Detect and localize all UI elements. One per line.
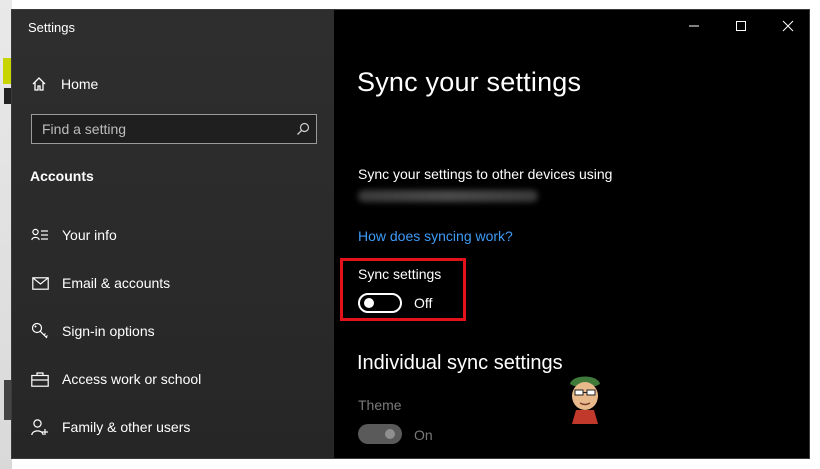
settings-window: Settings Home Accounts Your info Email [12, 10, 809, 458]
desktop-background [0, 0, 12, 469]
sidebar-item-label: Your info [62, 227, 117, 243]
sidebar-item-your-info[interactable]: Your info [30, 221, 320, 249]
sidebar-item-sign-in-options[interactable]: Sign-in options [30, 317, 320, 345]
mail-icon [30, 273, 50, 293]
search-icon[interactable] [290, 115, 316, 143]
sync-settings-toggle[interactable] [358, 293, 402, 313]
search-input[interactable] [32, 120, 290, 138]
desktop-icon-fragment [4, 88, 12, 104]
nav-home[interactable]: Home [30, 70, 320, 98]
maximize-button[interactable] [718, 10, 764, 42]
close-button[interactable] [765, 10, 809, 42]
person-lines-icon [30, 225, 50, 245]
sidebar-item-label: Sign-in options [62, 323, 155, 339]
blurred-email [358, 190, 538, 202]
briefcase-icon [30, 369, 50, 389]
toggle-knob [385, 429, 395, 439]
theme-toggle-state: On [414, 427, 433, 443]
page-title: Sync your settings [357, 67, 582, 97]
individual-sync-title: Individual sync settings [357, 352, 563, 374]
close-icon [782, 20, 794, 32]
key-icon [30, 321, 50, 341]
sync-settings-label: Sync settings [358, 266, 442, 282]
section-title: Accounts [30, 168, 94, 184]
sidebar-item-access-work-school[interactable]: Access work or school [30, 365, 320, 393]
toggle-knob [364, 298, 374, 308]
sidebar-item-email-accounts[interactable]: Email & accounts [30, 269, 320, 297]
help-link[interactable]: How does syncing work? [358, 228, 513, 244]
desktop-icon-fragment [3, 58, 12, 84]
sidebar: Settings Home Accounts Your info Email [12, 10, 334, 458]
home-icon [30, 75, 48, 93]
sidebar-item-label: Email & accounts [62, 275, 171, 291]
sync-description: Sync your settings to other devices usin… [358, 166, 613, 182]
sidebar-item-family-other-users[interactable]: Family & other users [30, 413, 320, 441]
desktop-icon-fragment [4, 380, 12, 420]
nav-home-label: Home [61, 76, 99, 92]
sync-settings-state: Off [414, 295, 433, 311]
watermark-logo-icon [570, 376, 600, 424]
app-title: Settings [28, 20, 75, 35]
minimize-icon [689, 25, 699, 27]
sidebar-item-label: Access work or school [62, 371, 202, 387]
maximize-icon [736, 21, 746, 31]
person-add-icon [30, 417, 50, 437]
minimize-button[interactable] [671, 10, 717, 42]
theme-toggle [358, 424, 402, 444]
search-box[interactable] [31, 114, 317, 144]
theme-label: Theme [358, 397, 402, 413]
sidebar-item-label: Family & other users [62, 419, 191, 435]
